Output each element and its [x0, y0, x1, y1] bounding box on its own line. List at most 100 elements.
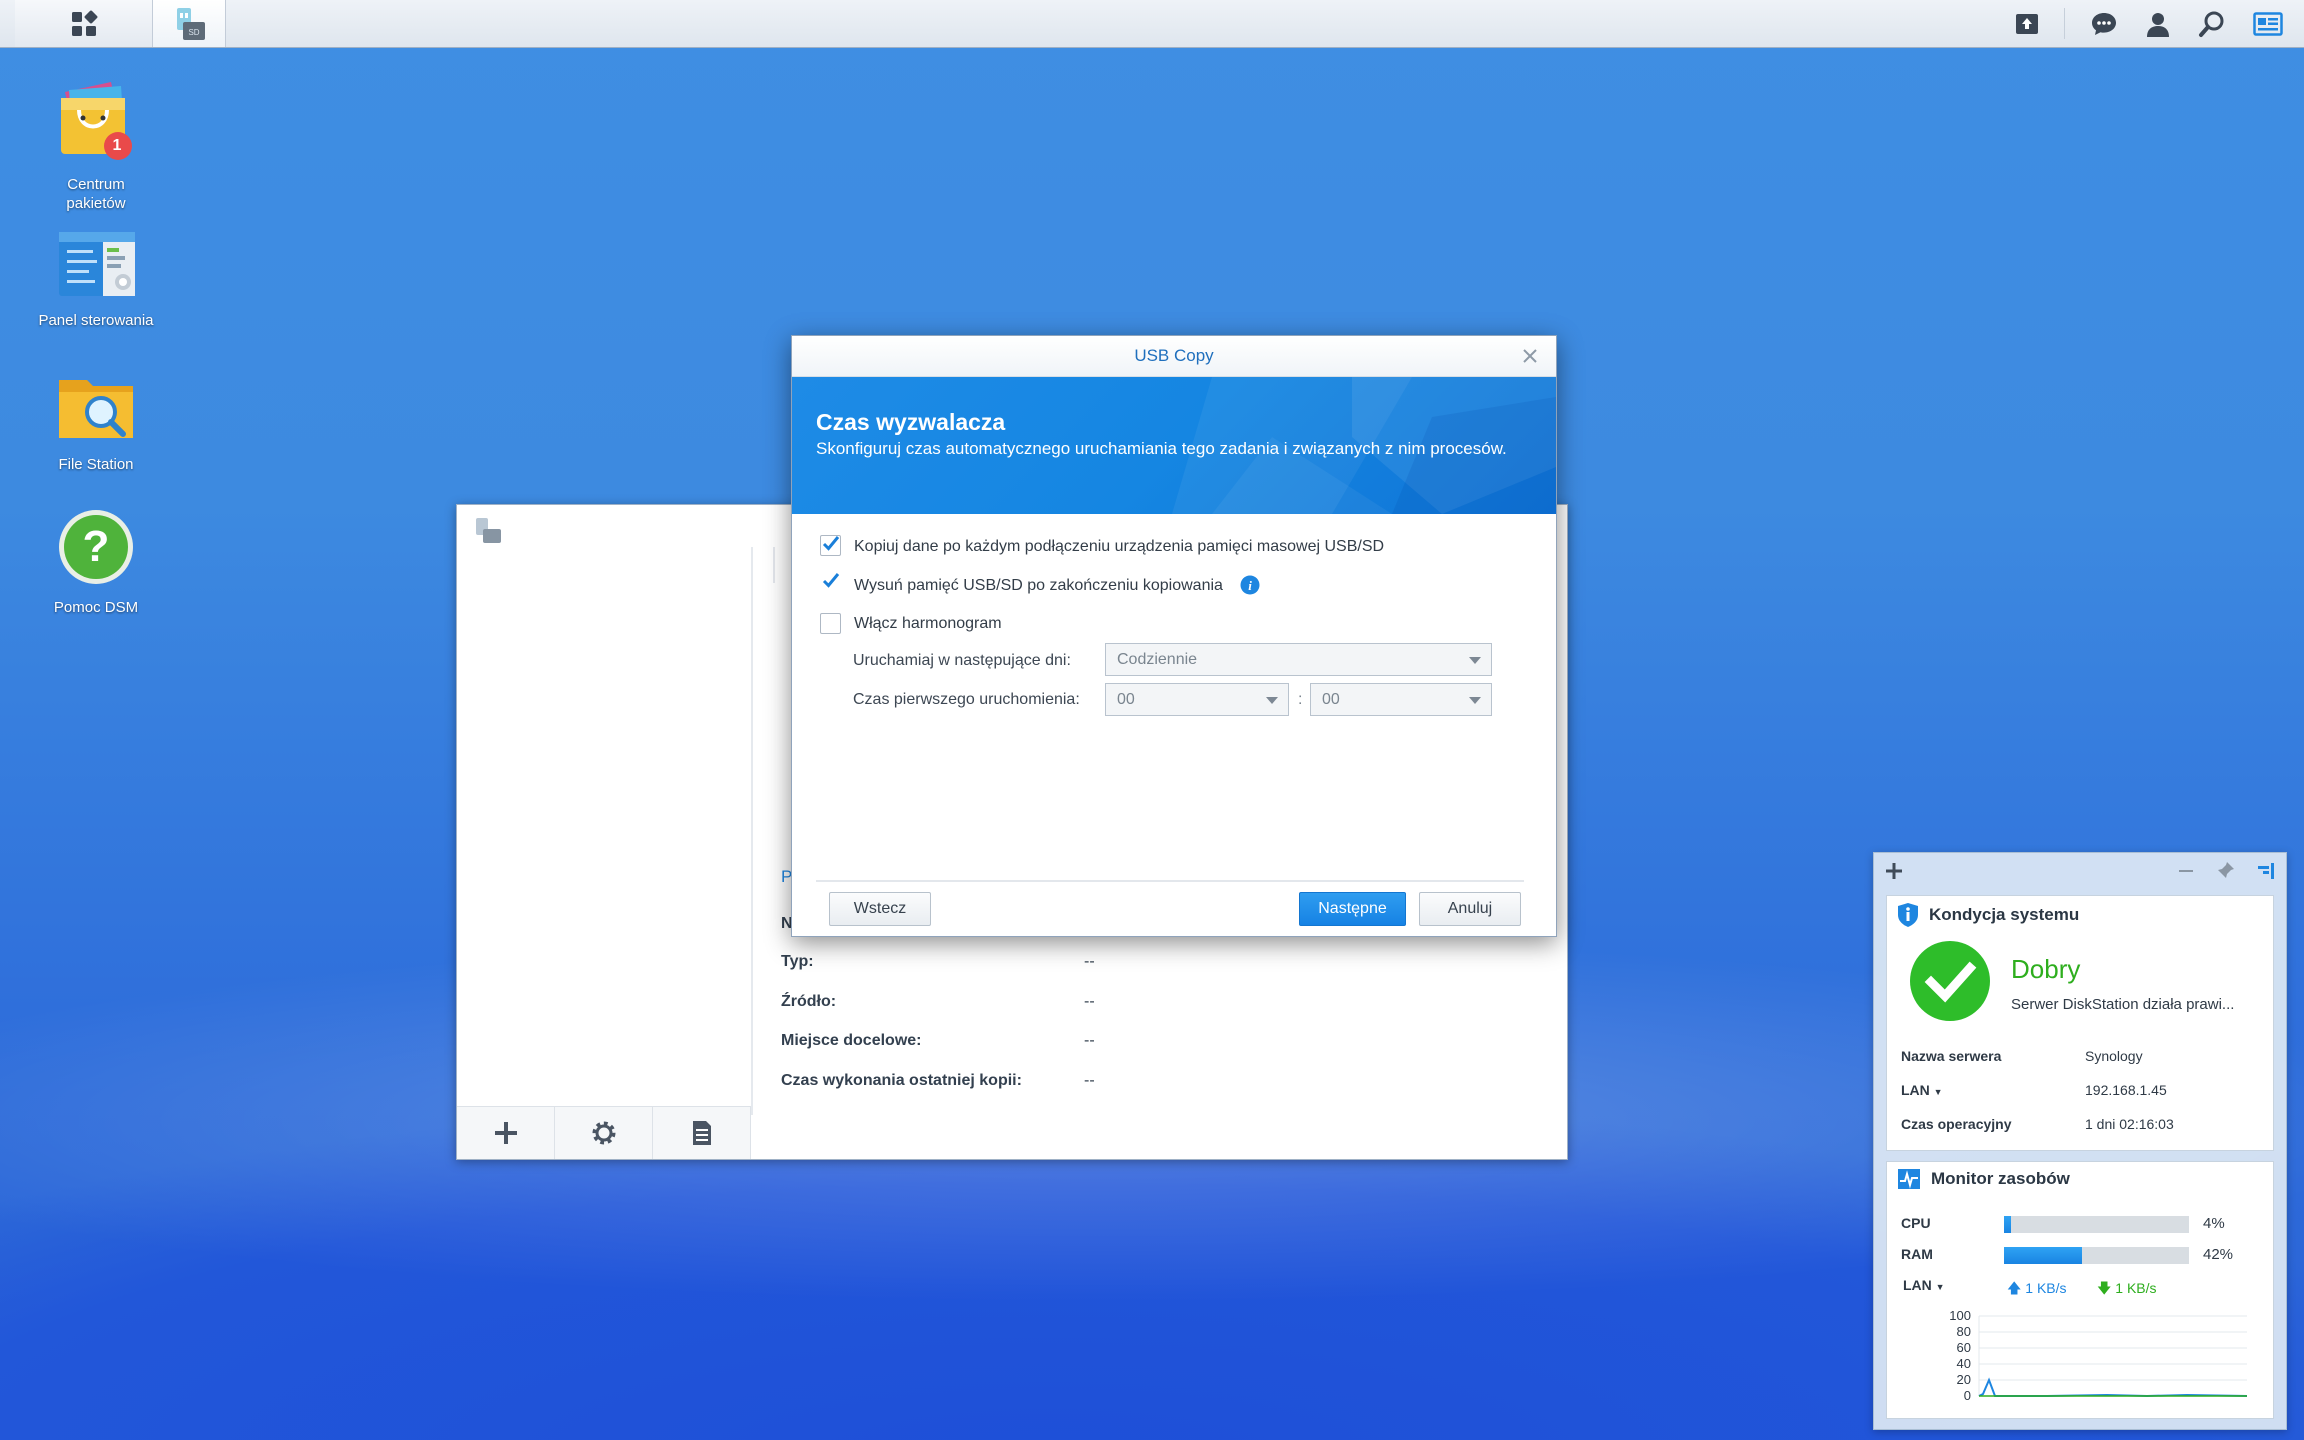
dialog-banner: Czas wyzwalacza Skonfiguruj czas automat…	[792, 377, 1556, 514]
file-station-icon	[59, 380, 133, 438]
checkmark-icon	[822, 536, 840, 551]
cpu-bar	[2004, 1216, 2189, 1233]
main-menu-button[interactable]	[15, 0, 153, 47]
user-button[interactable]	[2131, 0, 2185, 47]
ram-label: RAM	[1901, 1246, 1933, 1262]
add-task-button[interactable]	[457, 1107, 555, 1159]
status-ok-icon	[1910, 941, 1990, 1021]
health-message: Serwer DiskStation działa prawi...	[2011, 996, 2235, 1013]
chart-tick: 40	[1957, 1356, 1971, 1371]
eject-after-copy-label[interactable]: Wysuń pamięć USB/SD po zakończeniu kopio…	[854, 577, 1223, 595]
network-chart: 100 80 60 40 20 0	[1949, 1310, 2248, 1403]
upload-speed-value: 1 KB/s	[2025, 1280, 2067, 1296]
network-upload-line	[1978, 1377, 2248, 1398]
uptime-label: Czas operacyjny	[1901, 1116, 2012, 1132]
run-days-label: Uruchamiaj w następujące dni:	[853, 652, 1071, 669]
task-toolbar	[457, 1106, 751, 1159]
hour-select[interactable]: 00	[1105, 683, 1289, 716]
info-label: Czas wykonania ostatniej kopii:	[781, 1072, 1022, 1089]
dialog-subheading: Skonfiguruj czas automatycznego uruchami…	[816, 439, 1507, 458]
dialog-title: USB Copy	[1134, 346, 1214, 365]
run-days-select[interactable]: Codziennie	[1105, 643, 1492, 676]
widgets-icon	[2253, 11, 2283, 36]
chevron-down-icon	[1469, 657, 1481, 664]
plus-icon	[494, 1122, 517, 1144]
footer-divider	[816, 880, 1524, 882]
gear-icon	[592, 1121, 615, 1145]
cpu-bar-fill	[2004, 1216, 2012, 1233]
info-value: --	[1084, 1072, 1095, 1089]
pin-icon[interactable]	[2216, 860, 2236, 880]
system-health-title: Kondycja systemu	[1929, 905, 2080, 924]
desktop-icon-control-panel[interactable]: Panel sterowania	[26, 230, 166, 330]
cancel-button[interactable]: Anuluj	[1419, 892, 1521, 926]
usb-copy-icon: SD	[177, 7, 205, 40]
close-icon[interactable]	[1518, 344, 1542, 368]
back-button[interactable]: Wstecz	[829, 892, 931, 926]
content-divider	[773, 547, 775, 583]
enable-schedule-label[interactable]: Włącz harmonogram	[854, 615, 1002, 633]
server-name-label: Nazwa serwera	[1901, 1048, 2002, 1064]
task-settings-button[interactable]	[555, 1107, 653, 1159]
chevron-down-icon	[1469, 697, 1481, 704]
chevron-down-icon	[1266, 697, 1278, 704]
usb-copy-dialog: USB Copy Czas wyzwalacza Skonfiguruj cza…	[791, 335, 1557, 937]
resource-monitor-widget: Monitor zasobów CPU 4% RAM 42% LAN ▼ 🡅 1…	[1886, 1161, 2274, 1419]
widget-panel: Kondycja systemu Dobry Serwer DiskStatio…	[1873, 852, 2287, 1430]
checkmark-icon	[822, 573, 840, 588]
taskbar-usb-copy-button[interactable]: SD	[153, 0, 226, 47]
dialog-titlebar[interactable]: USB Copy	[792, 336, 1556, 377]
next-button[interactable]: Następne	[1299, 892, 1406, 926]
cpu-value: 4%	[2203, 1215, 2225, 1232]
upload-speed: 🡅 1 KB/s	[2007, 1278, 2067, 1302]
lan-label: LAN	[1901, 1082, 1930, 1098]
minute-select[interactable]: 00	[1310, 683, 1492, 716]
desktop-icon-label: Panel sterowania	[38, 312, 154, 329]
lan-monitor-dropdown[interactable]: LAN ▼	[1903, 1277, 1945, 1293]
shield-info-icon	[1898, 903, 1918, 927]
control-panel-icon	[59, 232, 135, 296]
ram-value: 42%	[2203, 1246, 2234, 1263]
chart-tick: 20	[1957, 1372, 1971, 1387]
desktop-icon-package-center[interactable]: 1 Centrum pakietów	[26, 80, 166, 213]
lan-dropdown[interactable]: LAN ▼	[1901, 1082, 1943, 1098]
taskbar-separator	[2064, 8, 2065, 39]
system-health-header: Kondycja systemu	[1897, 902, 2079, 928]
document-icon	[692, 1121, 711, 1145]
desktop-icon-label: Centrum pakietów	[66, 176, 126, 212]
cpu-label: CPU	[1901, 1215, 1931, 1231]
taskbar: SD	[0, 0, 2304, 48]
copy-on-connect-checkbox[interactable]	[820, 535, 841, 556]
info-icon[interactable]: i	[1240, 575, 1260, 595]
dialog-heading: Czas wyzwalacza	[816, 409, 1006, 435]
system-health-widget: Kondycja systemu Dobry Serwer DiskStatio…	[1886, 895, 2274, 1151]
desktop-icon-label: File Station	[58, 456, 134, 473]
minimize-icon[interactable]	[2176, 861, 2196, 881]
info-label: Źródło:	[781, 993, 837, 1010]
enable-schedule-checkbox[interactable]	[820, 613, 841, 634]
minute-value: 00	[1322, 691, 1340, 708]
widgets-button[interactable]	[2241, 0, 2295, 47]
uptime-value: 1 dni 02:16:03	[2085, 1116, 2174, 1132]
plus-icon[interactable]	[1884, 861, 1904, 881]
run-days-value: Codziennie	[1117, 651, 1198, 668]
ram-bar-fill	[2004, 1247, 2082, 1264]
eject-after-copy-checkbox[interactable]	[820, 572, 841, 593]
upload-queue-icon	[2016, 13, 2038, 34]
desktop-icon-file-station[interactable]: File Station	[26, 370, 166, 474]
notifications-button[interactable]	[2077, 0, 2131, 47]
info-value: --	[1084, 1032, 1095, 1049]
task-log-button[interactable]	[653, 1107, 751, 1159]
upload-queue-button[interactable]	[2000, 0, 2054, 47]
copy-on-connect-label[interactable]: Kopiuj dane po każdym podłączeniu urządz…	[854, 538, 1384, 556]
svg-text:SD: SD	[188, 28, 199, 37]
desktop-icon-dsm-help[interactable]: ? Pomoc DSM	[26, 507, 166, 617]
desktop-icon-label: Pomoc DSM	[53, 599, 139, 616]
dock-icon[interactable]	[2256, 861, 2276, 881]
svg-text:i: i	[1248, 578, 1252, 593]
package-center-badge: 1	[112, 137, 122, 154]
task-list-panel[interactable]	[457, 547, 753, 1115]
search-button[interactable]	[2185, 0, 2239, 47]
chart-tick: 0	[1964, 1388, 1971, 1403]
notifications-icon	[2092, 12, 2116, 35]
